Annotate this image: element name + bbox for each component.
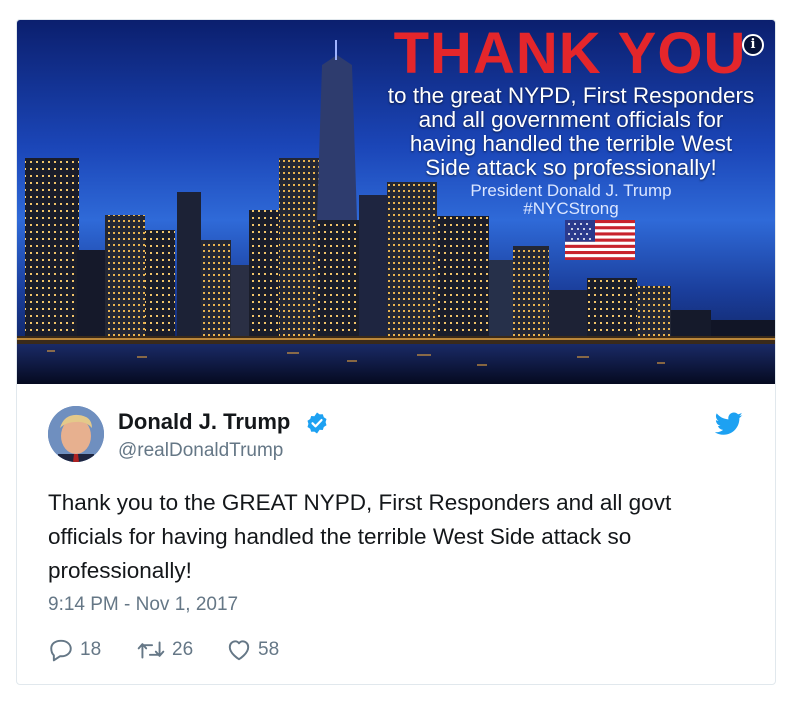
reply-count: 18 [80, 639, 102, 660]
reply-button[interactable]: 18 [48, 637, 101, 663]
retweet-button[interactable]: 26 [136, 637, 193, 663]
image-message-line: and all government officials for [418, 107, 724, 132]
tweet-text: Thank you to the GREAT NYPD, First Respo… [48, 490, 672, 583]
embedded-tweet-card[interactable]: THANK YOU to the great NYPD, First Respo… [16, 19, 776, 685]
image-signature-block: President Donald J. Trump #NYCStrong [365, 182, 775, 218]
heart-icon [228, 640, 250, 661]
image-signature: President Donald J. Trump [470, 181, 672, 200]
image-message: to the great NYPD, First Responders and … [365, 84, 775, 180]
tweet-image[interactable]: THANK YOU to the great NYPD, First Respo… [17, 20, 775, 384]
like-button[interactable]: 58 [226, 637, 279, 663]
tweet-timestamp[interactable]: 9:14 PM - Nov 1, 2017 [48, 594, 238, 616]
profile-photo [48, 406, 104, 462]
like-count: 58 [258, 639, 280, 660]
us-flag-icon [565, 220, 635, 260]
author-handle[interactable]: @realDonaldTrump [118, 440, 283, 462]
image-hashtag: #NYCStrong [523, 199, 619, 218]
image-message-line: to the great NYPD, First Responders [387, 83, 755, 108]
reply-icon [50, 639, 72, 662]
twitter-bird-icon[interactable] [715, 412, 743, 436]
image-headline: THANK YOU [393, 21, 747, 86]
image-message-line: Side attack so professionally! [425, 155, 717, 180]
author-name[interactable]: Donald J. Trump [118, 409, 290, 435]
info-icon[interactable]: i [742, 34, 764, 56]
retweet-count: 26 [172, 639, 194, 660]
verified-badge-icon [307, 412, 327, 434]
image-message-line: having handled the terrible West [409, 131, 733, 156]
retweet-icon [137, 641, 165, 659]
avatar[interactable] [48, 406, 104, 462]
